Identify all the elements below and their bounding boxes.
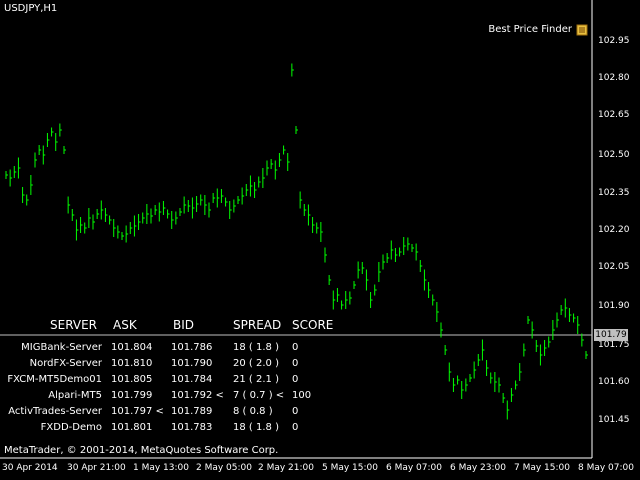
cell-ask: 101.797 < [111,406,164,417]
cell-bid: 101.784 [171,374,213,385]
cell-spread: 21 ( 2.1 ) [233,374,279,385]
header-server: SERVER [50,318,98,332]
y-tick-label: 101.45 [598,415,630,425]
cell-server: Alpari-MT5 [48,390,102,401]
y-tick-label: 101.75 [598,340,630,350]
x-tick-label: 2 May 05:00 [196,463,252,473]
cell-spread: 18 ( 1.8 ) [233,422,279,433]
y-tick-label: 102.95 [598,36,630,46]
cell-bid: 101.783 [171,422,213,433]
x-tick-label: 6 May 07:00 [386,463,442,473]
cell-server: NordFX-Server [29,358,102,369]
x-tick-label: 5 May 15:00 [322,463,378,473]
header-ask: ASK [113,318,137,332]
x-tick-label: 8 May 07:00 [578,463,634,473]
x-tick-label: 2 May 21:00 [258,463,314,473]
cell-ask: 101.801 [111,422,153,433]
cell-ask: 101.805 [111,374,153,385]
chart-symbol-label: USDJPY,H1 [4,3,58,14]
indicator-name: Best Price Finder [488,24,572,35]
cell-spread: 8 ( 0.8 ) [233,406,273,417]
header-bid: BID [173,318,195,332]
x-tick-label: 1 May 13:00 [133,463,189,473]
cell-bid: 101.786 [171,342,213,353]
cell-score: 0 [292,422,299,433]
cell-score: 0 [292,358,299,369]
cell-bid: 101.792 < [171,390,224,401]
scroll-icon[interactable] [576,24,588,36]
cell-ask: 101.799 [111,390,153,401]
current-price-tag: 101.79 [594,329,628,341]
header-spread: SPREAD [233,318,282,332]
cell-spread: 20 ( 2.0 ) [233,358,279,369]
cell-score: 0 [292,406,299,417]
y-tick-label: 101.90 [598,301,630,311]
y-tick-label: 102.20 [598,225,630,235]
cell-server: ActivTrades-Server [8,406,102,417]
x-tick-label: 6 May 23:00 [450,463,506,473]
cell-bid: 101.789 [171,406,213,417]
cell-server: MIGBank-Server [21,342,102,353]
cell-server: FXDD-Demo [40,422,102,433]
y-tick-label: 102.05 [598,262,630,272]
cell-score: 0 [292,374,299,385]
y-tick-label: 101.60 [598,377,630,387]
x-tick-label: 30 Apr 2014 [2,463,58,473]
cell-bid: 101.790 [171,358,213,369]
cell-score: 100 [292,390,312,401]
header-score: SCORE [292,318,334,332]
x-tick-label: 7 May 15:00 [514,463,570,473]
y-tick-label: 102.65 [598,110,630,120]
copyright-text: MetaTrader, © 2001-2014, MetaQuotes Soft… [4,445,279,456]
cell-spread: 18 ( 1.8 ) [233,342,279,353]
y-tick-label: 102.80 [598,73,630,83]
cell-score: 0 [292,342,299,353]
y-tick-label: 102.50 [598,150,630,160]
cell-server: FXCM-MT5Demo01 [7,374,102,385]
x-tick-label: 30 Apr 21:00 [67,463,126,473]
cell-ask: 101.810 [111,358,153,369]
y-tick-label: 102.35 [598,188,630,198]
cell-ask: 101.804 [111,342,153,353]
cell-spread: 7 ( 0.7 ) < [233,390,285,401]
